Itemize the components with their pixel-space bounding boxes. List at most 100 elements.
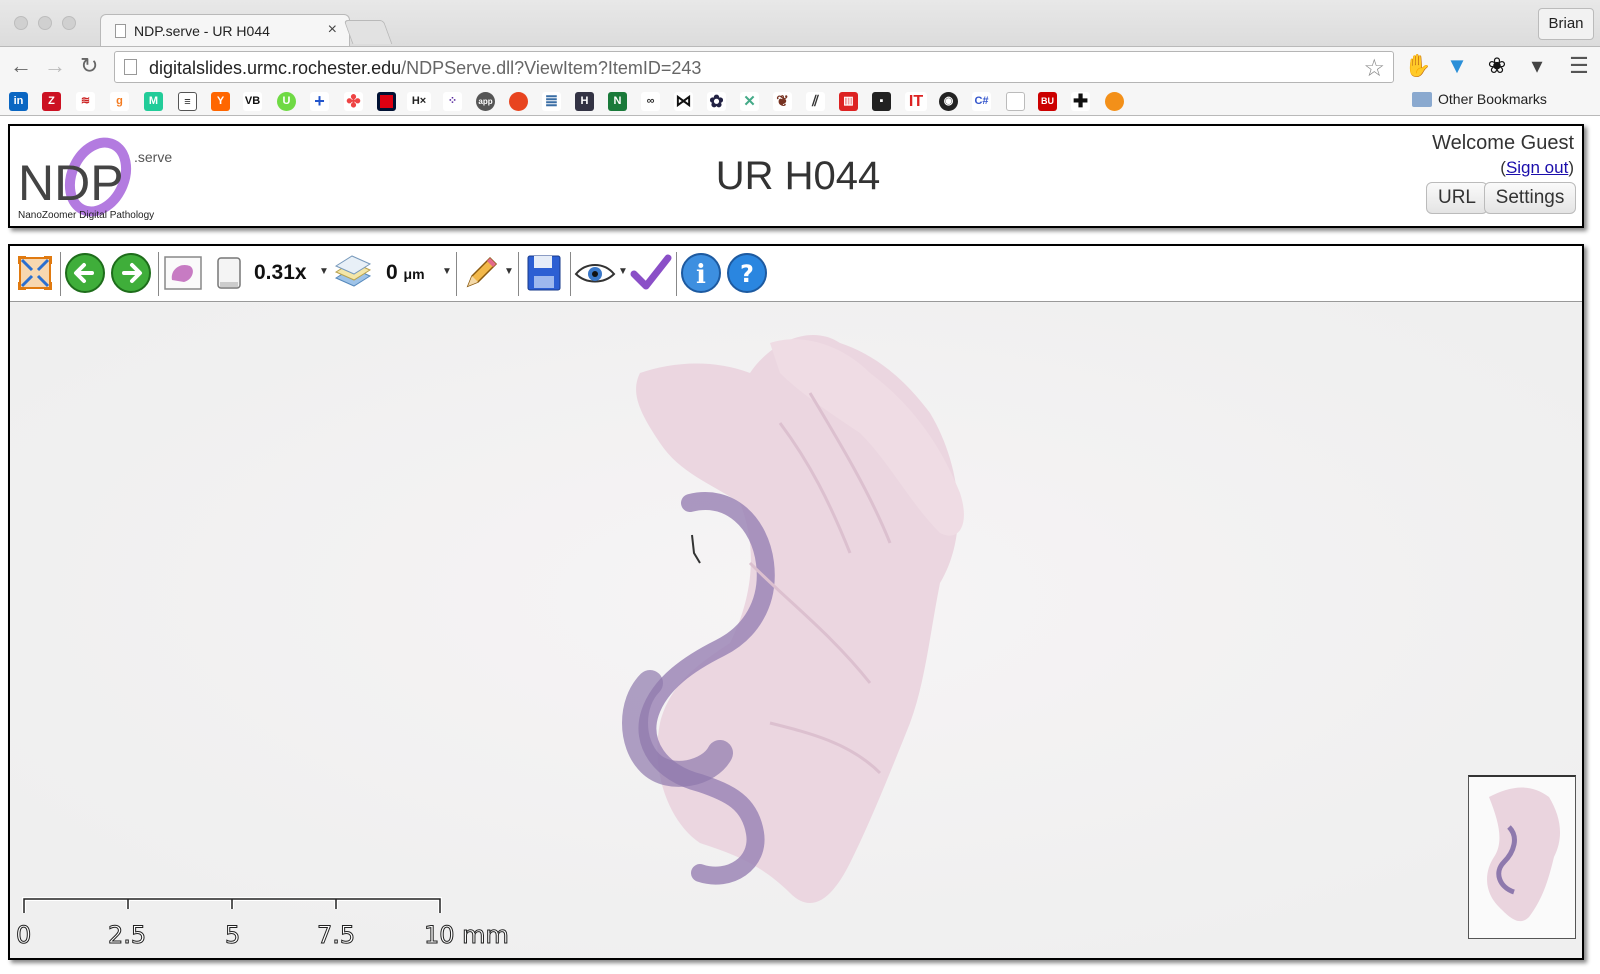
toolbar-separator xyxy=(570,252,571,296)
focus-dropdown-icon[interactable]: ▼ xyxy=(442,266,452,277)
tab-close-icon[interactable]: × xyxy=(328,21,337,39)
lines-icon[interactable]: ⫽ xyxy=(806,92,825,111)
scale-label-0: 0 xyxy=(15,921,32,950)
browser-tab-active[interactable]: NDP.serve - UR H044 × xyxy=(100,14,350,46)
upwork-icon[interactable]: U xyxy=(277,92,296,111)
url-path: /NDPServe.dll?ViewItem?ItemID=243 xyxy=(401,58,702,78)
toolbar-separator xyxy=(518,252,519,296)
profile-button[interactable]: Brian xyxy=(1538,8,1594,40)
chart-icon[interactable]: N xyxy=(608,92,627,111)
help-icon[interactable]: ? xyxy=(726,252,768,294)
dots-icon[interactable]: ⁘ xyxy=(443,92,462,111)
signout-wrapper: (Sign out) xyxy=(1500,158,1574,177)
save-disk-icon[interactable] xyxy=(522,252,564,294)
minimap-thumbnail xyxy=(1487,787,1561,922)
linkedin-icon[interactable]: in xyxy=(9,92,28,111)
vimeo-icon[interactable]: ▼ xyxy=(1444,53,1470,79)
folder-icon xyxy=(1412,92,1432,107)
viewer-toolbar: 0.31x ▼ 0 μm ▼ ▼ ▼ i ? xyxy=(10,246,1582,302)
ubuntu-icon[interactable]: ◉ xyxy=(939,92,958,111)
forward-arrow-icon[interactable]: → xyxy=(44,55,66,77)
bookmarks-bar: in Z ≋ g M ≡ Y VB U + ✤ H× ⁘ app ≣ H N ∞… xyxy=(0,86,1600,116)
toolbar-separator xyxy=(158,252,159,296)
url-text: digitalslides.urmc.rochester.edu/NDPServ… xyxy=(149,58,701,79)
film-icon[interactable]: ▪ xyxy=(872,92,891,111)
overview-minimap[interactable] xyxy=(1468,775,1576,939)
svg-text:?: ? xyxy=(740,260,754,288)
plus-icon[interactable]: + xyxy=(310,92,329,111)
goodreads-icon[interactable]: g xyxy=(110,92,129,111)
bank-icon[interactable]: ≋ xyxy=(76,92,95,111)
signout-link[interactable]: Sign out xyxy=(1506,158,1568,177)
browser-navbar: ← → ↻ digitalslides.urmc.rochester.edu/N… xyxy=(0,46,1600,86)
other-bookmarks[interactable]: Other Bookmarks xyxy=(1438,91,1547,107)
logo-tagline: NanoZoomer Digital Pathology xyxy=(18,210,154,221)
page-icon[interactable] xyxy=(1006,92,1025,111)
news-icon[interactable]: ≡ xyxy=(178,92,197,111)
browser-titlebar: NDP.serve - UR H044 × Brian xyxy=(0,0,1600,46)
app-icon[interactable]: app xyxy=(476,92,495,111)
bow-icon[interactable]: ⋈ xyxy=(674,92,693,111)
slide-viewer: 0.31x ▼ 0 μm ▼ ▼ ▼ i ? 0 2.5 5 7.5 10 mm xyxy=(8,244,1584,960)
gear-icon[interactable]: ✿ xyxy=(707,92,726,111)
back-arrow-icon[interactable] xyxy=(64,252,106,294)
zoom-window-button[interactable] xyxy=(62,16,76,30)
hub-icon[interactable]: H xyxy=(575,92,594,111)
pocket-icon[interactable]: ▾ xyxy=(1524,53,1550,79)
pencil-annotation-icon[interactable] xyxy=(460,252,502,294)
eye-view-icon[interactable] xyxy=(574,252,616,294)
url-button[interactable]: URL xyxy=(1426,182,1488,214)
forward-arrow-icon[interactable] xyxy=(110,252,152,294)
grid-icon[interactable] xyxy=(377,92,396,111)
back-arrow-icon[interactable]: ← xyxy=(10,55,32,77)
menu-icon[interactable]: ☰ xyxy=(1566,53,1592,79)
slide-thumbnail-icon[interactable] xyxy=(162,252,204,294)
url-host: digitalslides.urmc.rochester.edu xyxy=(149,58,402,78)
focus-unit: μm xyxy=(403,266,425,282)
close-window-button[interactable] xyxy=(14,16,28,30)
venturebeat-icon[interactable]: VB xyxy=(243,92,262,111)
hx-icon[interactable]: H× xyxy=(407,92,431,111)
toolbar-separator xyxy=(676,252,677,296)
mendeley-icon[interactable]: M xyxy=(144,92,163,111)
scale-bar-ruler xyxy=(22,897,442,913)
info-icon[interactable]: i xyxy=(680,252,722,294)
slide-image-canvas[interactable]: 0 2.5 5 7.5 10 mm xyxy=(10,303,1582,958)
bu-icon[interactable]: BU xyxy=(1038,92,1057,111)
settings-button[interactable]: Settings xyxy=(1484,182,1576,214)
adblock-icon[interactable]: ✋ xyxy=(1404,53,1431,79)
hexagon-icon[interactable] xyxy=(1105,92,1124,111)
focus-value[interactable]: 0 μm xyxy=(386,261,425,285)
scale-label-2-5: 2.5 xyxy=(107,921,147,950)
it-icon[interactable]: IT xyxy=(905,92,927,111)
annotation-dropdown-icon[interactable]: ▼ xyxy=(504,266,514,277)
minimize-window-button[interactable] xyxy=(38,16,52,30)
magnification-dropdown-icon[interactable]: ▼ xyxy=(319,266,329,277)
reload-icon[interactable]: ↻ xyxy=(80,55,98,77)
slide-glass-icon[interactable] xyxy=(208,252,250,294)
page-title: UR H044 xyxy=(715,154,881,198)
tomato-icon[interactable] xyxy=(509,92,528,111)
checkmark-icon[interactable] xyxy=(630,252,672,294)
link-icon[interactable]: ∞ xyxy=(641,92,660,111)
database-icon[interactable]: ≣ xyxy=(542,92,561,111)
magnification-value[interactable]: 0.31x xyxy=(254,261,307,285)
feather-icon[interactable]: ❦ xyxy=(773,92,792,111)
bars-icon[interactable]: ▥ xyxy=(839,92,858,111)
new-tab-button[interactable] xyxy=(343,20,393,44)
scale-label-10-mm: 10 mm xyxy=(424,921,510,950)
pin-icon[interactable]: ❀ xyxy=(1484,53,1510,79)
cross-icon[interactable]: ✚ xyxy=(1071,92,1090,111)
tab-title: NDP.serve - UR H044 xyxy=(134,23,270,39)
toolbar-separator xyxy=(456,252,457,296)
pinwheel-icon[interactable]: ✤ xyxy=(344,92,363,111)
focus-layers-icon[interactable] xyxy=(332,252,374,294)
csharp-icon[interactable]: C# xyxy=(972,92,991,111)
ycombinator-icon[interactable]: Y xyxy=(211,92,230,111)
fit-to-screen-icon[interactable] xyxy=(14,252,56,294)
molecule-icon[interactable]: ✕ xyxy=(740,92,759,111)
bookmark-star-icon[interactable]: ☆ xyxy=(1363,54,1385,83)
view-dropdown-icon[interactable]: ▼ xyxy=(618,266,628,277)
zotero-icon[interactable]: Z xyxy=(42,92,61,111)
address-bar[interactable]: digitalslides.urmc.rochester.edu/NDPServ… xyxy=(114,51,1394,83)
